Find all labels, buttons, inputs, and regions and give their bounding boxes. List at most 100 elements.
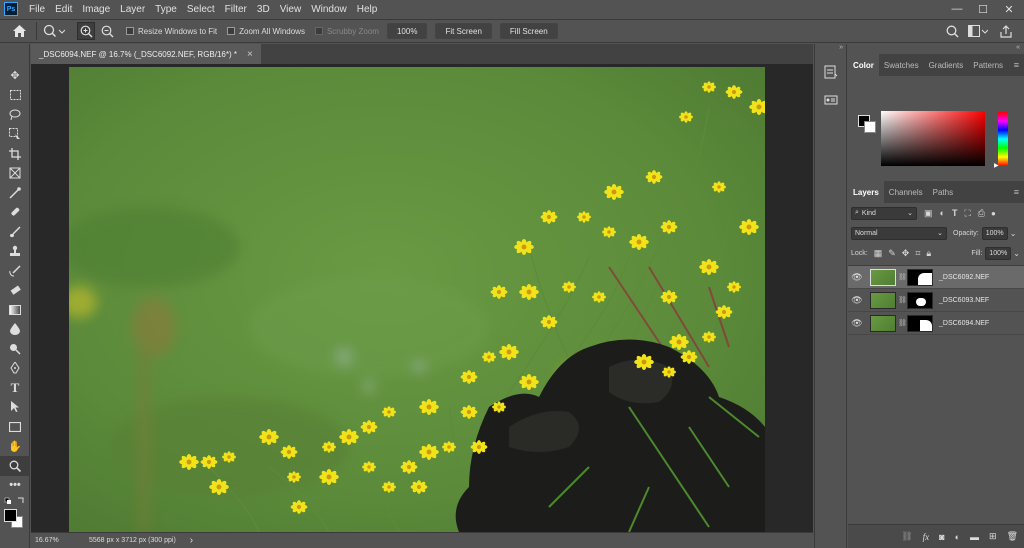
color-panel-menu-icon[interactable]: ≡ [1014,60,1019,70]
lasso-tool-icon[interactable] [0,105,30,125]
layer-mask-thumbnail[interactable] [907,314,933,332]
tab-swatches[interactable]: Swatches [879,54,924,76]
healing-brush-tool-icon[interactable] [0,203,30,223]
layers-panel-menu-icon[interactable]: ≡ [1014,187,1019,197]
share-icon[interactable] [1000,25,1012,40]
layer-thumbnail[interactable] [870,268,896,286]
zoom-tool-preset-icon[interactable] [43,24,65,38]
layer-name[interactable]: _DSC6092.NEF [939,274,989,281]
clone-stamp-tool-icon[interactable] [0,242,30,262]
layer-mask-link-icon[interactable]: ⛓︎ [898,296,907,304]
layer-name[interactable]: _DSC6093.NEF [939,297,989,304]
link-layers-icon[interactable]: ⛓︎ [901,531,912,542]
tab-color[interactable]: Color [848,54,879,76]
layer-row[interactable]: 👁︎ ⛓︎ _DSC6094.NEF [848,312,1024,335]
new-layer-icon[interactable]: ⊞ [989,531,997,542]
crop-tool-icon[interactable] [0,144,30,164]
workspace-icon[interactable] [968,25,989,40]
home-icon[interactable] [8,25,30,37]
opacity-dropdown-icon[interactable]: ⌄ [1010,229,1017,238]
menu-type[interactable]: Type [150,4,182,15]
tab-layers[interactable]: Layers [848,181,884,203]
fill-screen-button[interactable]: Fill Screen [499,23,558,39]
layer-name[interactable]: _DSC6094.NEF [939,320,989,327]
foreground-background-swatches[interactable] [0,507,30,533]
zoom-tool-icon[interactable] [0,456,30,476]
menu-window[interactable]: Window [306,4,352,15]
color-spectrum-field[interactable] [881,111,985,166]
layer-thumbnail[interactable] [870,291,896,309]
hue-slider-thumb[interactable]: ▶ [994,162,999,169]
close-window-button[interactable]: ✕ [996,0,1022,18]
tab-patterns[interactable]: Patterns [968,54,1008,76]
fit-screen-button[interactable]: Fit Screen [435,23,492,39]
layer-row[interactable]: 👁︎ ⛓︎ _DSC6092.NEF [848,266,1024,289]
menu-view[interactable]: View [275,4,307,15]
maximize-button[interactable]: ☐ [970,0,996,18]
tab-channels[interactable]: Channels [884,181,928,203]
filter-adjustment-icon[interactable]: ◐ [940,208,945,218]
scrubby-zoom-checkbox[interactable]: Scrubby Zoom [314,27,379,36]
rectangle-tool-icon[interactable] [0,417,30,437]
lock-position-icon[interactable]: ✥ [902,248,910,259]
swap-colors-icon[interactable] [0,495,30,507]
status-menu-arrow[interactable]: › [190,535,193,546]
status-zoom-value[interactable]: 16.67% [35,537,75,544]
search-icon[interactable] [946,25,959,40]
visibility-eye-icon[interactable]: 👁︎ [848,295,866,306]
dock-collapse-icon[interactable]: » [815,44,846,54]
visibility-eye-icon[interactable]: 👁︎ [848,318,866,329]
layer-style-icon[interactable]: fx [923,532,930,542]
layer-mask-link-icon[interactable]: ⛓︎ [898,319,907,327]
menu-edit[interactable]: Edit [50,4,77,15]
tab-gradients[interactable]: Gradients [924,54,969,76]
fill-field[interactable]: 100% [985,246,1012,260]
object-selection-tool-icon[interactable] [0,125,30,145]
new-adjustment-layer-icon[interactable]: ◐ [955,532,960,542]
lock-all-icon[interactable]: 🔒︎ [926,248,931,259]
lock-artboard-icon[interactable]: ⌗ [915,248,920,259]
zoom-value-field[interactable]: 100% [386,23,428,39]
lock-transparent-icon[interactable]: ▦ [874,248,883,259]
fill-dropdown-icon[interactable]: ⌄ [1013,249,1020,258]
type-tool-icon[interactable]: T [0,378,30,398]
visibility-eye-icon[interactable]: 👁︎ [848,272,866,283]
more-tools-icon[interactable]: ••• [0,476,30,496]
history-brush-tool-icon[interactable] [0,261,30,281]
color-panel-bg-swatch[interactable] [864,121,876,133]
eraser-tool-icon[interactable] [0,281,30,301]
layer-row[interactable]: 👁︎ ⛓︎ _DSC6093.NEF [848,289,1024,312]
path-selection-tool-icon[interactable] [0,398,30,418]
filter-toggle-icon[interactable]: ● [991,209,996,218]
blend-mode-select[interactable]: Normal ⌄ [851,226,947,240]
menu-layer[interactable]: Layer [115,4,150,15]
zoom-out-icon[interactable] [101,25,114,38]
canvas-area[interactable] [31,64,813,532]
properties-panel-icon[interactable] [815,88,846,112]
opacity-field[interactable]: 100% [981,226,1008,240]
minimize-button[interactable]: — [944,0,970,18]
pen-tool-icon[interactable] [0,359,30,379]
menu-3d[interactable]: 3D [252,4,275,15]
photo-canvas[interactable] [69,67,765,532]
history-panel-icon[interactable] [815,60,846,84]
menu-image[interactable]: Image [77,4,115,15]
layer-mask-thumbnail[interactable] [907,291,933,309]
layer-mask-link-icon[interactable]: ⛓︎ [898,273,907,281]
close-document-icon[interactable]: × [247,49,253,60]
frame-tool-icon[interactable] [0,164,30,184]
zoom-in-icon[interactable] [77,22,95,40]
gradient-tool-icon[interactable] [0,300,30,320]
eyedropper-tool-icon[interactable] [0,183,30,203]
menu-filter[interactable]: Filter [220,4,252,15]
filter-type-icon[interactable]: T [952,208,958,218]
hue-slider[interactable] [998,112,1008,166]
document-tab[interactable]: _DSC6094.NEF @ 16.7% (_DSC6092.NEF, RGB/… [31,44,261,64]
move-tool-icon[interactable]: ✥ [0,66,30,86]
new-group-icon[interactable]: ▬ [970,532,979,542]
filter-pixel-icon[interactable]: ▣ [924,208,933,219]
blur-tool-icon[interactable] [0,320,30,340]
brush-tool-icon[interactable] [0,222,30,242]
marquee-tool-icon[interactable] [0,86,30,106]
dodge-tool-icon[interactable] [0,339,30,359]
